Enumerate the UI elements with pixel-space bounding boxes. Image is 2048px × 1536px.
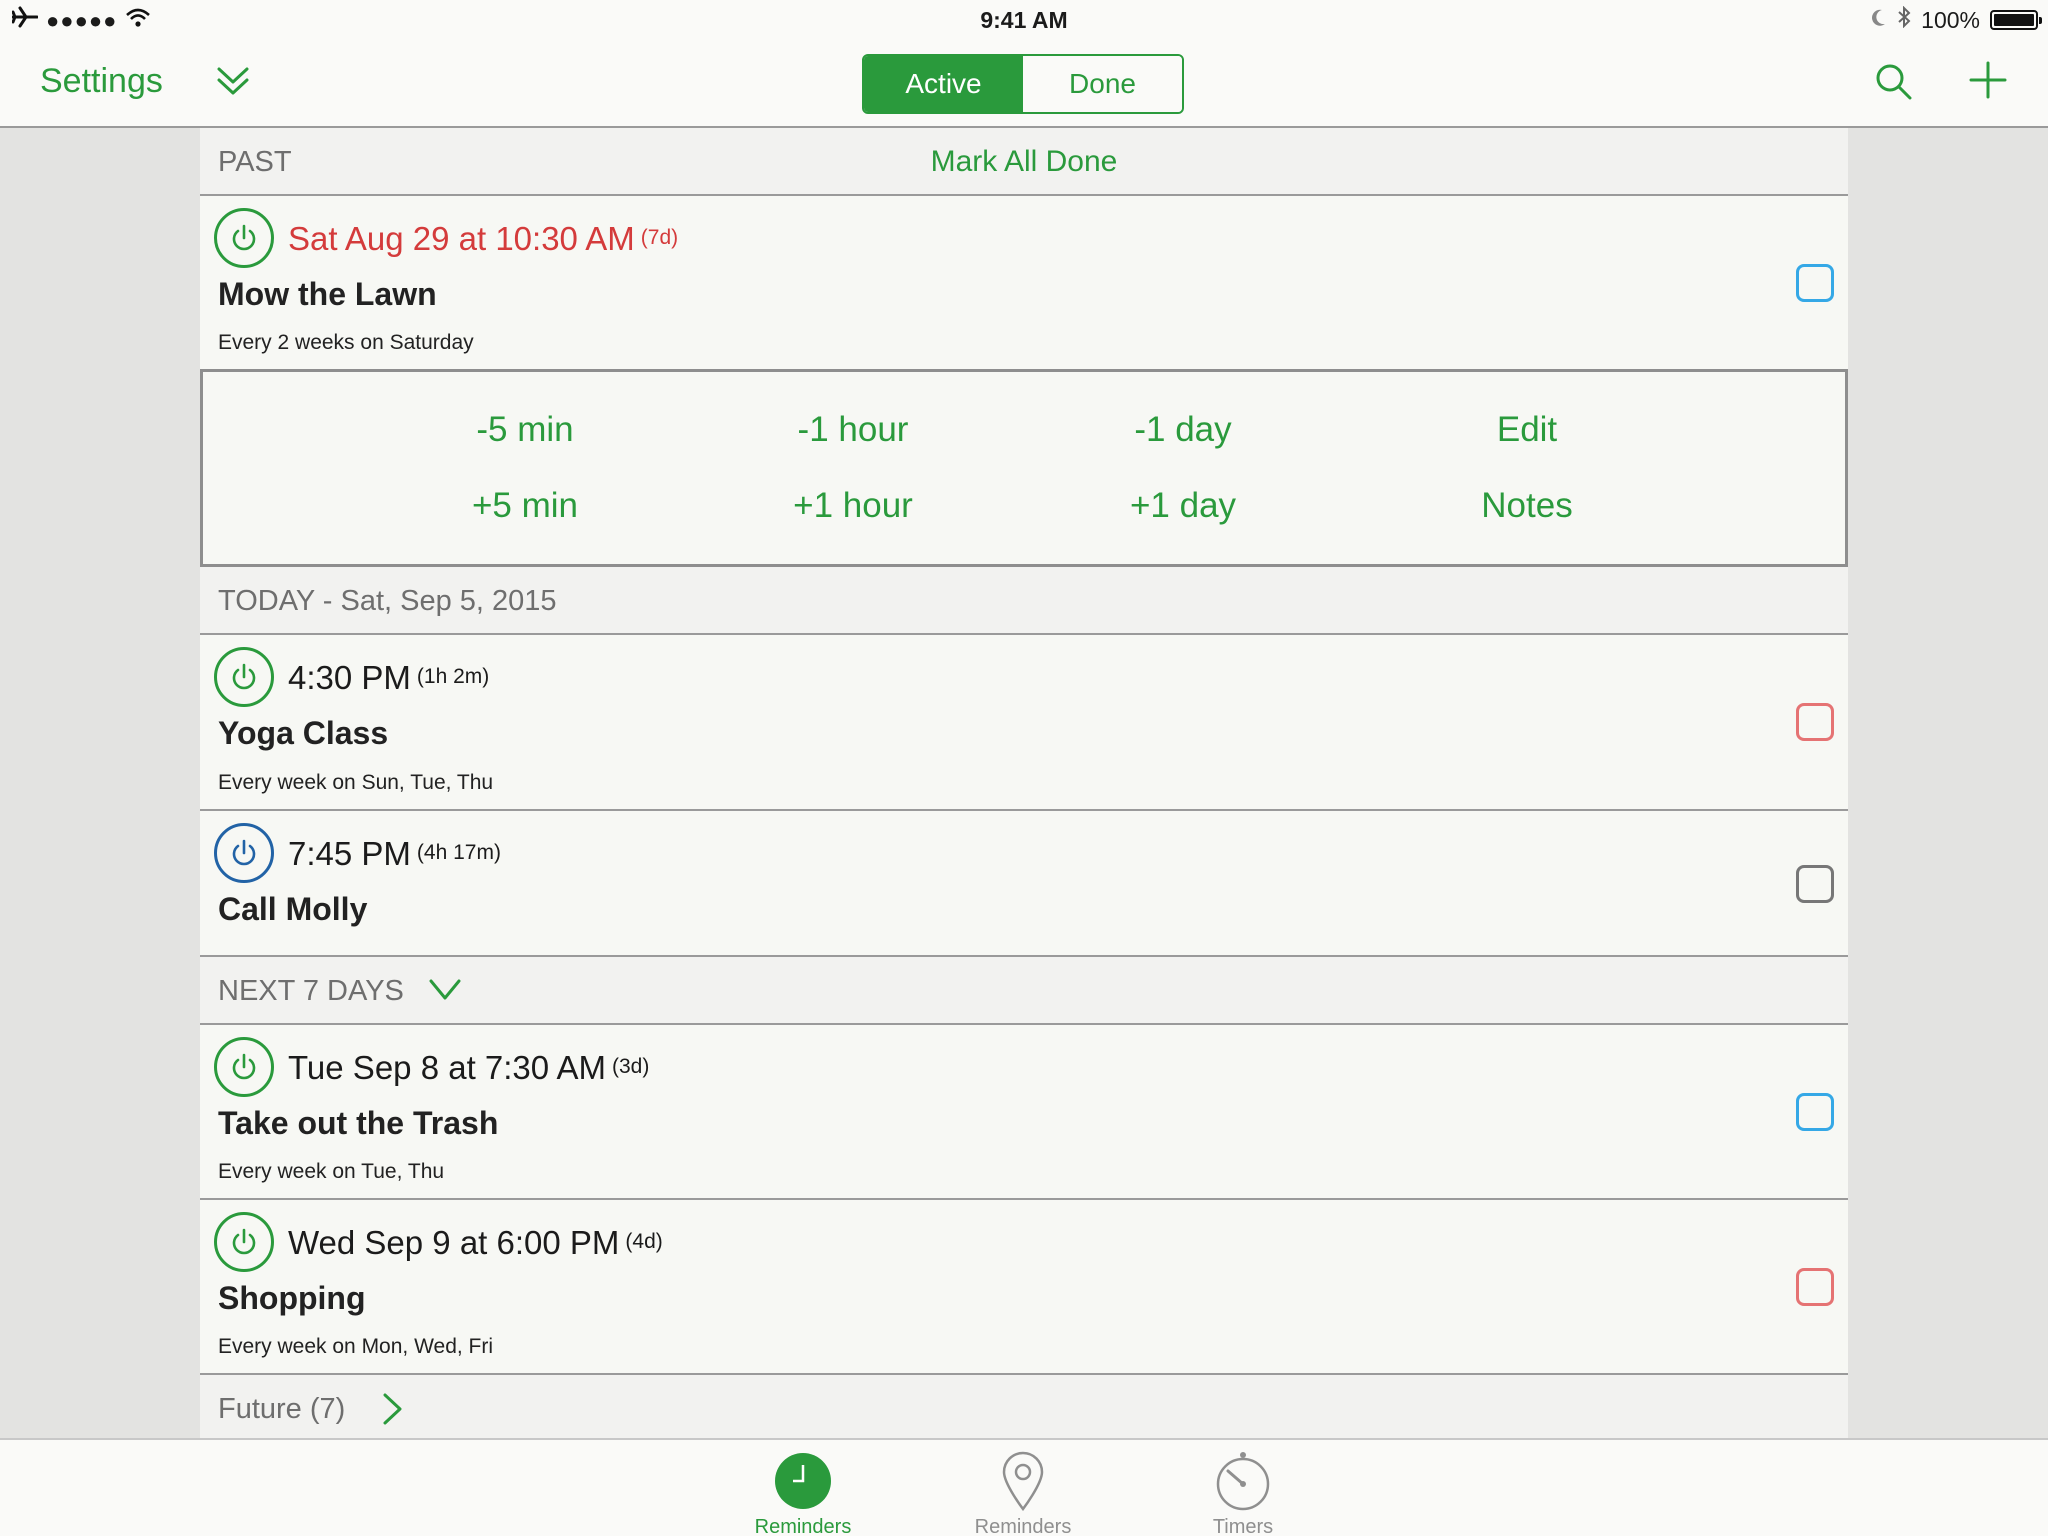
tab-label: Timers xyxy=(1212,1516,1274,1536)
section-header-next-7-days[interactable]: NEXT 7 DAYS xyxy=(200,957,1848,1025)
minus-1-hour-button[interactable]: -1 hour xyxy=(733,410,973,450)
done-checkbox[interactable] xyxy=(1796,264,1834,302)
search-icon[interactable] xyxy=(1874,62,1914,107)
reminder-title: Call Molly xyxy=(218,891,368,927)
status-bar: ●●●●● 9:41 AM 100% xyxy=(0,0,2048,42)
reminder-repeat: Every 2 weeks on Saturday xyxy=(218,331,474,354)
done-checkbox[interactable] xyxy=(1796,703,1834,741)
quick-actions-panel: -5 min +5 min -1 hour +1 hour -1 day +1 … xyxy=(200,369,1848,567)
reminder-title: Mow the Lawn xyxy=(218,276,437,312)
power-icon[interactable] xyxy=(214,823,274,883)
clock-icon xyxy=(723,1450,883,1512)
edit-button[interactable]: Edit xyxy=(1407,410,1647,450)
reminder-time: Wed Sep 9 at 6:00 PM (4d) xyxy=(288,1224,663,1261)
done-checkbox[interactable] xyxy=(1796,1093,1834,1131)
reminder-time: 4:30 PM (1h 2m) xyxy=(288,659,490,696)
minus-1-day-button[interactable]: -1 day xyxy=(1063,410,1303,450)
section-header-future[interactable]: Future (7) xyxy=(200,1375,1848,1438)
section-header-past: PAST Mark All Done xyxy=(200,128,1848,196)
chevron-right-icon[interactable] xyxy=(380,1392,404,1434)
tab-bar: Reminders Reminders Timers xyxy=(0,1438,2048,1536)
power-icon[interactable] xyxy=(214,1037,274,1097)
section-header-today: TODAY - Sat, Sep 5, 2015 xyxy=(200,567,1848,635)
settings-button[interactable]: Settings xyxy=(40,62,163,101)
minus-5-min-button[interactable]: -5 min xyxy=(405,410,645,450)
battery-percent: 100% xyxy=(1921,6,1980,33)
reminder-repeat: Every week on Sun, Tue, Thu xyxy=(218,771,494,794)
reminder-time: Sat Aug 29 at 10:30 AM (7d) xyxy=(288,220,679,257)
reminder-row[interactable]: Tue Sep 8 at 7:30 AM (3d) Take out the Tr… xyxy=(200,1025,1848,1200)
reminder-list: PAST Mark All Done Sat Aug 29 at 10:30 A… xyxy=(200,128,1848,1438)
tab-timers[interactable]: Timers xyxy=(1163,1450,1323,1536)
tab-label: Reminders xyxy=(754,1516,852,1536)
power-icon[interactable] xyxy=(214,208,274,268)
notes-button[interactable]: Notes xyxy=(1407,486,1647,526)
power-icon[interactable] xyxy=(214,647,274,707)
power-icon[interactable] xyxy=(214,1212,274,1272)
reminder-repeat: Every week on Tue, Thu xyxy=(218,1160,445,1183)
chevron-down-icon[interactable] xyxy=(428,977,462,1011)
section-label: TODAY - Sat, Sep 5, 2015 xyxy=(218,585,557,617)
reminder-time: 7:45 PM (4h 17m) xyxy=(288,835,501,872)
status-time: 9:41 AM xyxy=(980,7,1068,33)
reminder-title: Yoga Class xyxy=(218,715,389,751)
reminder-row[interactable]: Sat Aug 29 at 10:30 AM (7d) Mow the Lawn … xyxy=(200,196,1848,371)
status-right: 100% xyxy=(1869,5,2042,34)
reminder-row[interactable]: 7:45 PM (4h 17m) Call Molly xyxy=(200,811,1848,957)
location-pin-icon xyxy=(943,1450,1103,1512)
plus-5-min-button[interactable]: +5 min xyxy=(405,486,645,526)
tab-reminders-location[interactable]: Reminders xyxy=(943,1450,1103,1536)
mark-all-done-button[interactable]: Mark All Done xyxy=(200,145,1848,179)
reminder-title: Shopping xyxy=(218,1280,366,1316)
segment-active[interactable]: Active xyxy=(864,56,1023,112)
reminder-time: Tue Sep 8 at 7:30 AM (3d) xyxy=(288,1049,650,1086)
plus-1-day-button[interactable]: +1 day xyxy=(1063,486,1303,526)
done-checkbox[interactable] xyxy=(1796,1268,1834,1306)
battery-icon xyxy=(1990,10,2042,30)
tab-label: Reminders xyxy=(974,1516,1072,1536)
reminder-title: Take out the Trash xyxy=(218,1105,499,1141)
section-label: NEXT 7 DAYS xyxy=(218,975,404,1007)
moon-icon xyxy=(1869,7,1887,34)
reminder-row[interactable]: Wed Sep 9 at 6:00 PM (4d) Shopping Every … xyxy=(200,1200,1848,1375)
done-checkbox[interactable] xyxy=(1796,865,1834,903)
timer-icon xyxy=(1163,1450,1323,1512)
tab-reminders-time[interactable]: Reminders xyxy=(723,1450,883,1536)
active-done-segmented-control: Active Done xyxy=(862,54,1184,114)
navigation-bar: Settings Active Done xyxy=(0,42,2048,128)
reminder-row[interactable]: 4:30 PM (1h 2m) Yoga Class Every week on … xyxy=(200,635,1848,811)
plus-1-hour-button[interactable]: +1 hour xyxy=(733,486,973,526)
reminder-repeat: Every week on Mon, Wed, Fri xyxy=(218,1335,494,1358)
segment-done[interactable]: Done xyxy=(1023,56,1182,112)
section-label: Future (7) xyxy=(218,1393,346,1425)
bluetooth-icon xyxy=(1897,5,1911,34)
double-chevron-down-icon[interactable] xyxy=(216,64,250,103)
add-icon[interactable] xyxy=(1968,60,2008,105)
